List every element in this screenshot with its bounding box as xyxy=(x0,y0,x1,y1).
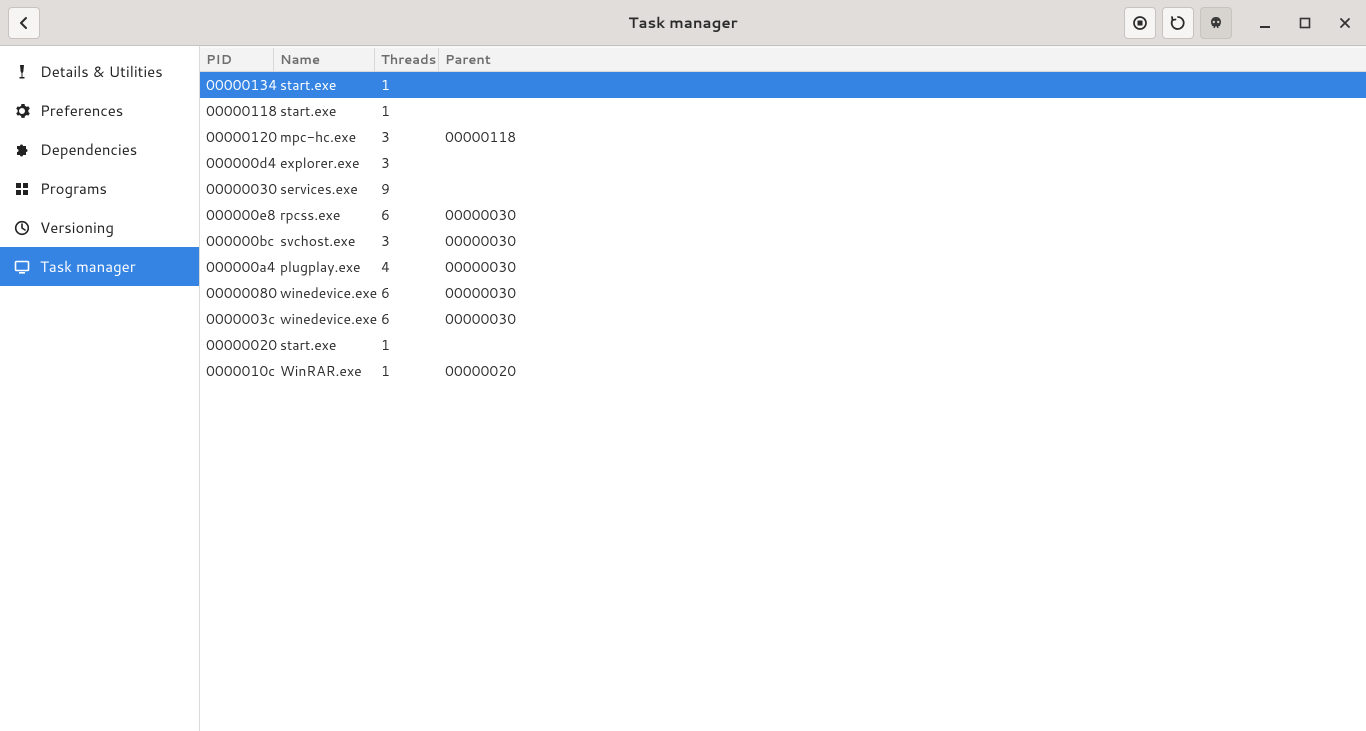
cell-threads: 3 xyxy=(375,127,439,147)
close-button[interactable] xyxy=(1332,10,1358,36)
cell-name: plugplay.exe xyxy=(274,257,375,277)
cell-threads: 1 xyxy=(375,335,439,355)
cell-threads: 1 xyxy=(375,101,439,121)
table-row[interactable]: 000000a4plugplay.exe400000030 xyxy=(200,254,1366,280)
cell-name: explorer.exe xyxy=(274,153,375,173)
cell-name: start.exe xyxy=(274,335,375,355)
cell-threads: 3 xyxy=(375,231,439,251)
sidebar-item-label: Details & Utilities xyxy=(40,61,163,82)
cell-threads: 4 xyxy=(375,257,439,277)
cell-pid: 00000020 xyxy=(200,335,274,355)
table-row[interactable]: 00000080winedevice.exe600000030 xyxy=(200,280,1366,306)
cell-pid: 00000134 xyxy=(200,75,274,95)
cell-name: start.exe xyxy=(274,75,375,95)
sidebar-item-label: Programs xyxy=(40,178,107,199)
cell-pid: 00000080 xyxy=(200,283,274,303)
cell-threads: 9 xyxy=(375,179,439,199)
cell-parent: 00000118 xyxy=(439,127,1366,147)
cell-pid: 0000010c xyxy=(200,361,274,381)
cell-threads: 6 xyxy=(375,283,439,303)
cell-pid: 000000a4 xyxy=(200,257,274,277)
cell-parent: 00000030 xyxy=(439,309,1366,329)
cell-name: svchost.exe xyxy=(274,231,375,251)
table-body: 00000134start.exe100000118start.exe10000… xyxy=(200,72,1366,731)
sidebar-item-label: Versioning xyxy=(40,217,114,238)
sidebar-item-label: Dependencies xyxy=(40,139,137,160)
table-row[interactable]: 000000d4explorer.exe3 xyxy=(200,150,1366,176)
cell-pid: 00000120 xyxy=(200,127,274,147)
cell-parent: 00000030 xyxy=(439,205,1366,225)
sidebar-item-label: Preferences xyxy=(40,100,123,121)
table-row[interactable]: 00000118start.exe1 xyxy=(200,98,1366,124)
cell-threads: 6 xyxy=(375,309,439,329)
refresh-icon xyxy=(1170,15,1186,31)
minimize-icon xyxy=(1259,17,1271,29)
cell-name: WinRAR.exe xyxy=(274,361,375,381)
puzzle-icon xyxy=(12,142,32,158)
maximize-button[interactable] xyxy=(1292,10,1318,36)
clock-icon xyxy=(12,220,32,236)
sidebar-item-preferences[interactable]: Preferences xyxy=(0,91,199,130)
sidebar-item-dependencies[interactable]: Dependencies xyxy=(0,130,199,169)
cell-pid: 000000e8 xyxy=(200,205,274,225)
col-header-threads[interactable]: Threads xyxy=(375,48,439,71)
table-row[interactable]: 00000134start.exe1 xyxy=(200,72,1366,98)
cell-threads: 6 xyxy=(375,205,439,225)
cell-parent: 00000030 xyxy=(439,257,1366,277)
minimize-button[interactable] xyxy=(1252,10,1278,36)
cell-parent: 00000020 xyxy=(439,361,1366,381)
cell-pid: 00000030 xyxy=(200,179,274,199)
back-button[interactable] xyxy=(8,7,40,39)
sidebar-item-task-manager[interactable]: Task manager xyxy=(0,247,199,286)
sidebar: Details & Utilities Preferences Dependen… xyxy=(0,46,200,731)
sidebar-item-label: Task manager xyxy=(40,256,136,277)
main-content: PID Name Threads Parent 00000134start.ex… xyxy=(200,46,1366,731)
cell-name: rpcss.exe xyxy=(274,205,375,225)
kill-process-button[interactable] xyxy=(1200,7,1232,39)
maximize-icon xyxy=(1299,17,1311,29)
skull-icon xyxy=(1208,15,1224,31)
titlebar: Task manager xyxy=(0,0,1366,46)
sidebar-item-programs[interactable]: Programs xyxy=(0,169,199,208)
cell-parent: 00000030 xyxy=(439,231,1366,251)
table-row[interactable]: 00000020start.exe1 xyxy=(200,332,1366,358)
cell-name: start.exe xyxy=(274,101,375,121)
close-icon xyxy=(1339,17,1351,29)
table-row[interactable]: 00000030services.exe9 xyxy=(200,176,1366,202)
body: Details & Utilities Preferences Dependen… xyxy=(0,46,1366,731)
table-row[interactable]: 00000120mpc-hc.exe300000118 xyxy=(200,124,1366,150)
table-row[interactable]: 000000bcsvchost.exe300000030 xyxy=(200,228,1366,254)
stop-icon xyxy=(1132,15,1148,31)
cell-threads: 1 xyxy=(375,75,439,95)
cell-pid: 000000d4 xyxy=(200,153,274,173)
stop-button[interactable] xyxy=(1124,7,1156,39)
cell-name: mpc-hc.exe xyxy=(274,127,375,147)
cell-name: winedevice.exe xyxy=(274,309,375,329)
col-header-parent[interactable]: Parent xyxy=(439,48,1366,71)
cell-pid: 000000bc xyxy=(200,231,274,251)
monitor-icon xyxy=(12,259,32,275)
cell-threads: 3 xyxy=(375,153,439,173)
table-row[interactable]: 0000003cwinedevice.exe600000030 xyxy=(200,306,1366,332)
cell-name: services.exe xyxy=(274,179,375,199)
cell-pid: 0000003c xyxy=(200,309,274,329)
table-row[interactable]: 000000e8rpcss.exe600000030 xyxy=(200,202,1366,228)
sidebar-item-details[interactable]: Details & Utilities xyxy=(0,52,199,91)
arrow-left-icon xyxy=(16,15,32,31)
table-row[interactable]: 0000010cWinRAR.exe100000020 xyxy=(200,358,1366,384)
cell-pid: 00000118 xyxy=(200,101,274,121)
sidebar-item-versioning[interactable]: Versioning xyxy=(0,208,199,247)
cell-threads: 1 xyxy=(375,361,439,381)
wine-icon xyxy=(12,64,32,80)
titlebar-right xyxy=(1124,7,1358,39)
programs-icon xyxy=(12,181,32,197)
gear-icon xyxy=(12,103,32,119)
cell-parent: 00000030 xyxy=(439,283,1366,303)
col-header-name[interactable]: Name xyxy=(274,48,375,71)
cell-name: winedevice.exe xyxy=(274,283,375,303)
refresh-button[interactable] xyxy=(1162,7,1194,39)
col-header-pid[interactable]: PID xyxy=(200,48,274,71)
table-header: PID Name Threads Parent xyxy=(200,48,1366,72)
